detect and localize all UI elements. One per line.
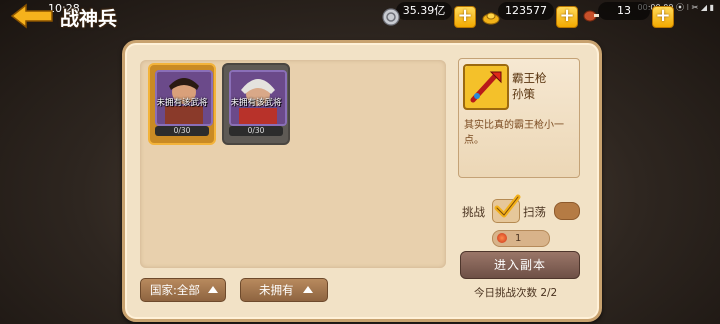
- daily-attempts-value: 2/2: [540, 287, 558, 299]
- sweep-toggle[interactable]: [554, 202, 580, 220]
- ownership-filter-button[interactable]: 未拥有: [240, 278, 328, 302]
- ownership-filter-label: 未拥有: [259, 283, 294, 297]
- attempt-icon: [497, 233, 507, 243]
- weapon-owner: 孙策: [512, 87, 535, 101]
- hero-shard-count: 0/30: [229, 126, 283, 136]
- challenge-label: 挑战: [462, 205, 485, 219]
- triangle-up-icon: [208, 286, 218, 293]
- enter-dungeon-button[interactable]: 进入副本: [460, 251, 580, 279]
- country-filter-label: 国家:全部: [150, 283, 200, 297]
- challenge-count-pill: 1: [492, 230, 550, 247]
- triangle-up-icon: [303, 286, 313, 293]
- challenge-checkbox[interactable]: [492, 194, 521, 223]
- challenge-count: 1: [515, 233, 522, 244]
- checkmark-icon: [494, 194, 521, 218]
- weapon-description: 其实比真的霸王枪小一点。: [464, 120, 564, 146]
- silver-add-button[interactable]: +: [454, 6, 476, 28]
- page-title: 战神兵: [60, 8, 118, 30]
- hero-card-1[interactable]: 未拥有该武将 0/30: [148, 63, 216, 145]
- gold-add-button[interactable]: +: [556, 6, 578, 28]
- weapon-name: 霸王枪: [512, 71, 547, 85]
- spear-weapon-icon: [463, 64, 509, 110]
- sweep-label: 扫荡: [523, 205, 546, 219]
- stamina-add-button[interactable]: +: [652, 6, 674, 28]
- silver-amount: 35.39亿: [396, 2, 452, 20]
- hero-card-2[interactable]: 未拥有该武将 0/30: [222, 63, 290, 145]
- country-filter-button[interactable]: 国家:全部: [140, 278, 226, 302]
- daily-attempts: 今日挑战次数 2/2: [474, 285, 557, 300]
- gold-amount: 123577: [498, 2, 554, 20]
- gold-ingot-icon: [482, 12, 500, 25]
- hero-shard-count: 0/30: [155, 126, 209, 136]
- back-arrow-icon[interactable]: [10, 3, 56, 29]
- hero-status-label: 未拥有该武将: [230, 98, 282, 108]
- silver-coin-icon: [382, 8, 400, 26]
- meat-drumstick-icon: [583, 10, 599, 22]
- stamina-amount: 13: [598, 2, 650, 20]
- hero-status-label: 未拥有该武将: [156, 98, 208, 108]
- daily-attempts-label: 今日挑战次数: [474, 287, 537, 299]
